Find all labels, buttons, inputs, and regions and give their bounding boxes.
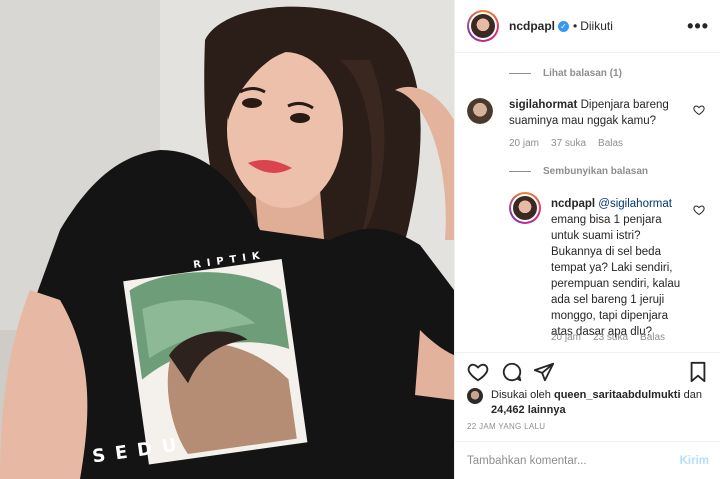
post-photo[interactable]: RIPTIK SEDU xyxy=(0,0,454,479)
comments-list: Lihat balasan (1) sigilahormat Dipenjara… xyxy=(455,54,720,350)
post-image-illustration xyxy=(0,0,454,479)
liked-by-summary: Disukai oleh queen_saritaabdulmukti dan … xyxy=(467,388,717,418)
liker-avatar[interactable] xyxy=(467,388,483,404)
author-username[interactable]: ncdpapl xyxy=(509,19,555,33)
reply-username[interactable]: ncdpapl xyxy=(551,198,595,210)
comment-text: sigilahormat Dipenjara bareng suaminya m… xyxy=(509,97,689,129)
post-header: ncdpapl ✓ • Diikuti ••• xyxy=(455,0,720,53)
comment-bubble-icon[interactable] xyxy=(501,361,523,383)
author-avatar[interactable] xyxy=(467,10,499,42)
follow-status-button[interactable]: Diikuti xyxy=(580,19,613,33)
post-actions-bar xyxy=(455,352,720,392)
comment-meta: 20 jam 37 suka Balas xyxy=(509,138,623,149)
likes-count-link[interactable]: 24,462 lainnya xyxy=(491,404,566,416)
comment-time[interactable]: 20 jam xyxy=(509,138,539,149)
reply-meta: 20 jam 23 suka Balas xyxy=(551,332,665,343)
comment-likes[interactable]: 37 suka xyxy=(551,138,586,149)
separator-dot: • xyxy=(573,19,578,33)
verified-badge-icon: ✓ xyxy=(558,20,570,32)
hide-replies-button[interactable]: Sembunyikan balasan xyxy=(509,166,648,177)
like-heart-icon[interactable] xyxy=(467,361,489,383)
hide-replies-label: Sembunyikan balasan xyxy=(543,166,649,177)
reply-mention-link[interactable]: @sigilahormat xyxy=(598,198,672,210)
divider-line xyxy=(509,73,531,74)
post-comment-button[interactable]: Kirim xyxy=(680,455,709,467)
add-comment-bar: Kirim xyxy=(455,441,720,479)
comment-username[interactable]: sigilahormat xyxy=(509,99,577,111)
view-replies-label: Lihat balasan (1) xyxy=(543,68,622,79)
liked-by-conjunction: dan xyxy=(683,389,702,401)
liked-by-prefix: Disukai oleh xyxy=(491,389,551,401)
reply-body: emang bisa 1 penjara untuk suami istri? … xyxy=(551,214,681,338)
share-send-icon[interactable] xyxy=(533,361,555,383)
more-options-icon[interactable]: ••• xyxy=(687,16,709,37)
post-sidebar: ncdpapl ✓ • Diikuti ••• Lihat balasan (1… xyxy=(454,0,720,479)
reply-author-avatar[interactable] xyxy=(509,192,541,224)
reply-reply-button[interactable]: Balas xyxy=(640,332,665,343)
commenter-avatar[interactable] xyxy=(467,98,493,124)
reply-time[interactable]: 20 jam xyxy=(551,332,581,343)
reply-text: ncdpapl @sigilahormat emang bisa 1 penja… xyxy=(551,196,687,340)
post-timestamp[interactable]: 22 JAM YANG LALU xyxy=(467,422,545,431)
liker-username[interactable]: queen_saritaabdulmukti xyxy=(554,389,681,401)
view-replies-button[interactable]: Lihat balasan (1) xyxy=(509,68,622,79)
bookmark-save-icon[interactable] xyxy=(687,361,709,383)
divider-line xyxy=(509,171,531,172)
comment-like-heart-icon[interactable] xyxy=(693,104,705,116)
reply-like-heart-icon[interactable] xyxy=(693,204,705,216)
add-comment-input[interactable] xyxy=(467,454,680,467)
reply-likes[interactable]: 23 suka xyxy=(593,332,628,343)
instagram-post: RIPTIK SEDU ncdpapl ✓ • Diikuti ••• Liha… xyxy=(0,0,720,479)
comment-reply-button[interactable]: Balas xyxy=(598,138,623,149)
